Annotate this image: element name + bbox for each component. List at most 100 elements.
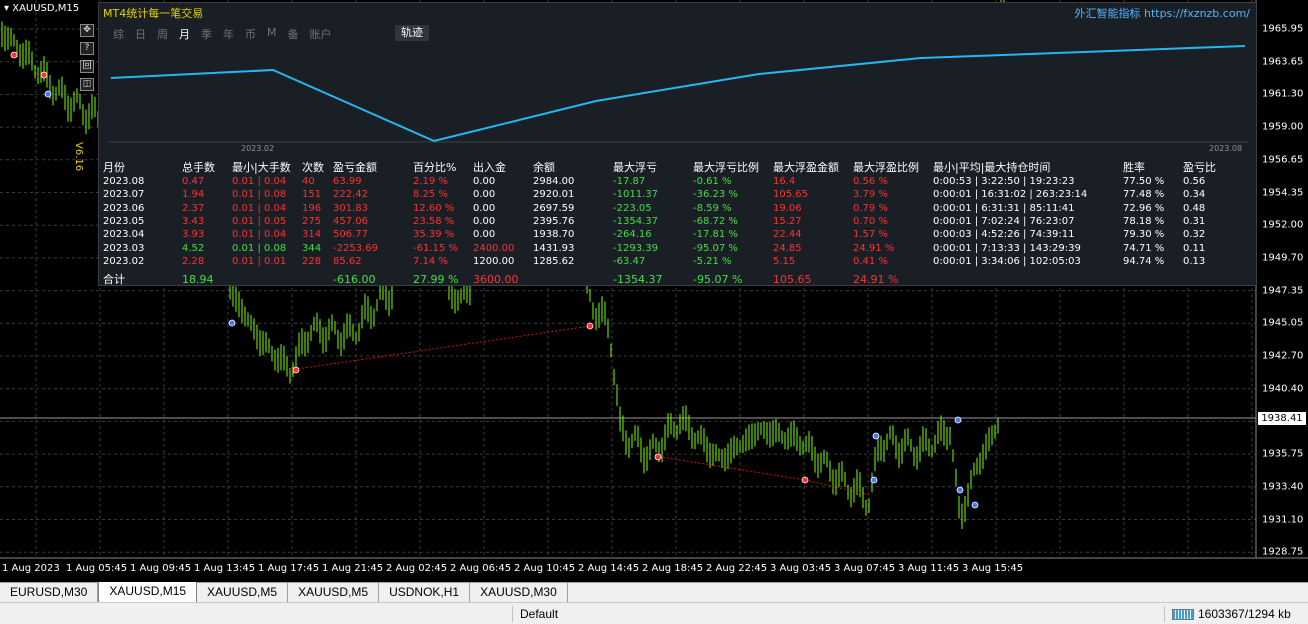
stats-tab[interactable]: 月 xyxy=(179,26,190,42)
table-cell: -17.87 xyxy=(613,176,646,188)
column-header[interactable]: 月份 xyxy=(103,159,182,175)
chart-tab[interactable]: XAUUSD,M5 xyxy=(288,583,380,602)
column-header[interactable]: 盈亏比 xyxy=(1183,159,1223,175)
table-cell: 85.62 xyxy=(333,255,362,267)
trade-marker[interactable] xyxy=(654,453,662,461)
table-cell: 0.11 xyxy=(1183,242,1206,254)
column-header[interactable]: 次数 xyxy=(302,159,333,175)
stats-tab[interactable]: 季 xyxy=(201,26,212,42)
help-icon[interactable]: ? xyxy=(80,42,94,55)
price-tick-label: 1965.95 xyxy=(1262,23,1304,35)
table-cell: -5.21 % xyxy=(693,255,732,267)
trade-marker[interactable] xyxy=(971,501,979,509)
table-cell: 0.31 xyxy=(1183,216,1206,228)
column-header[interactable]: 胜率 xyxy=(1123,159,1183,175)
table-cell: 2400.00 xyxy=(473,242,515,254)
trade-marker[interactable] xyxy=(956,486,964,494)
column-header[interactable]: 最大浮亏比例 xyxy=(693,159,773,175)
stats-tab[interactable]: 账户 xyxy=(310,26,332,42)
stats-tab[interactable]: 综 xyxy=(113,26,124,42)
profile-name: Default xyxy=(520,607,559,621)
table-cell: 2023.03 xyxy=(103,242,145,254)
track-button[interactable]: 轨迹 xyxy=(395,25,429,41)
table-cell: 2023.04 xyxy=(103,229,145,241)
chart-tab[interactable]: XAUUSD,M30 xyxy=(470,583,568,602)
price-tick-label: 1947.35 xyxy=(1262,285,1304,297)
price-chart[interactable]: ▾ XAUUSD,M15 V6.16 ✥? 回 ◫ 1965.95 1963.65 19… xyxy=(0,0,1308,578)
table-cell: 79.30 % xyxy=(1123,229,1165,241)
time-tick-label: 2 Aug 14:45 xyxy=(578,563,640,574)
table-cell: 0:00:01 | 16:31:02 | 263:23:14 xyxy=(933,189,1088,201)
table-cell: 2023.06 xyxy=(103,202,145,214)
trade-marker[interactable] xyxy=(228,319,236,327)
move-icon[interactable]: ✥ xyxy=(80,24,94,37)
column-header[interactable]: 最大浮亏 xyxy=(613,159,693,175)
site-link[interactable]: 外汇智能指标 https://fxznzb.com/ xyxy=(1074,5,1250,21)
column-header[interactable]: 最小|平均|最大持仓时间 xyxy=(933,159,1123,175)
table-cell: 457.06 xyxy=(333,216,368,228)
restore-icon[interactable]: ◫ xyxy=(80,78,94,91)
table-cell: 3.93 xyxy=(182,229,205,241)
time-tick-label: 3 Aug 11:45 xyxy=(898,563,960,574)
table-cell: 72.96 % xyxy=(1123,202,1165,214)
stats-tab[interactable]: 周 xyxy=(157,26,168,42)
table-cell: 2023.05 xyxy=(103,216,145,228)
table-cell: 2395.76 xyxy=(533,216,575,228)
trade-marker[interactable] xyxy=(292,366,300,374)
chart-tab[interactable]: USDNOK,H1 xyxy=(379,583,471,602)
chart-tab[interactable]: XAUUSD,M15 xyxy=(98,582,198,603)
table-cell: 0.01 | 0.08 xyxy=(232,189,287,201)
trade-marker[interactable] xyxy=(40,71,48,79)
table-cell: -36.23 % xyxy=(693,189,738,201)
table-cell: -17.81 % xyxy=(693,229,738,241)
table-cell: -95.07 % xyxy=(693,242,738,254)
chart-tab[interactable]: EURUSD,M30 xyxy=(0,583,99,602)
stats-tab[interactable]: 币 xyxy=(245,26,256,42)
column-header[interactable]: 总手数 xyxy=(182,159,232,175)
total-cell xyxy=(1123,268,1183,287)
table-cell: 151 xyxy=(302,189,322,201)
table-cell: 3.79 % xyxy=(853,189,888,201)
trade-marker[interactable] xyxy=(954,416,962,424)
trade-marker[interactable] xyxy=(872,432,880,440)
table-cell: -1011.37 xyxy=(613,189,658,201)
table-cell: 0:00:01 | 7:02:24 | 76:23:07 xyxy=(933,216,1075,228)
equity-curve-chart xyxy=(109,45,1249,143)
column-header[interactable]: 余额 xyxy=(533,159,613,175)
time-tick-label: 2 Aug 10:45 xyxy=(514,563,576,574)
trade-marker[interactable] xyxy=(10,51,18,59)
table-row: 2023.06 2.37 0.01 | 0.04 196 301.83 12.60 % 0.… xyxy=(103,202,1223,215)
trade-marker[interactable] xyxy=(801,476,809,484)
column-header[interactable]: 最大浮盈金额 xyxy=(773,159,853,175)
table-cell: 0.56 xyxy=(1183,176,1206,188)
dropdown-triangle-icon[interactable]: ▾ xyxy=(4,3,9,14)
equity-end-date: 2023.08 xyxy=(1209,144,1243,153)
stats-tab[interactable]: 年 xyxy=(223,26,234,42)
trade-marker[interactable] xyxy=(44,90,52,98)
table-cell: 0.01 | 0.08 xyxy=(232,242,287,254)
trade-marker[interactable] xyxy=(586,322,594,330)
total-cell: -616.00 xyxy=(333,272,376,286)
table-cell: 5.15 xyxy=(773,255,796,267)
status-bar: Default 1603367/1294 kb xyxy=(0,602,1308,624)
table-cell: -0.61 % xyxy=(693,176,732,188)
column-header[interactable]: 最大浮盈比例 xyxy=(853,159,933,175)
table-cell: 2.37 xyxy=(182,202,205,214)
table-cell: 222.42 xyxy=(333,189,368,201)
table-cell: 314 xyxy=(302,229,322,241)
column-header[interactable]: 百分比% xyxy=(413,159,473,175)
toggle-icon[interactable]: 回 xyxy=(80,60,94,73)
trade-marker[interactable] xyxy=(870,476,878,484)
stats-tab[interactable]: 日 xyxy=(135,26,146,42)
table-cell: -63.47 xyxy=(613,255,646,267)
table-cell: 63.99 xyxy=(333,176,362,188)
table-cell: 344 xyxy=(302,242,322,254)
stats-tab[interactable]: M xyxy=(267,26,277,42)
column-header[interactable]: 盈亏金额 xyxy=(333,159,413,175)
chart-tab[interactable]: XAUUSD,M5 xyxy=(197,583,289,602)
table-cell: 0.79 % xyxy=(853,202,888,214)
column-header[interactable]: 出入金 xyxy=(473,159,533,175)
column-header[interactable]: 最小|大手数 xyxy=(232,159,302,175)
total-cell xyxy=(1183,268,1223,287)
stats-tab[interactable]: 备 xyxy=(288,26,299,42)
